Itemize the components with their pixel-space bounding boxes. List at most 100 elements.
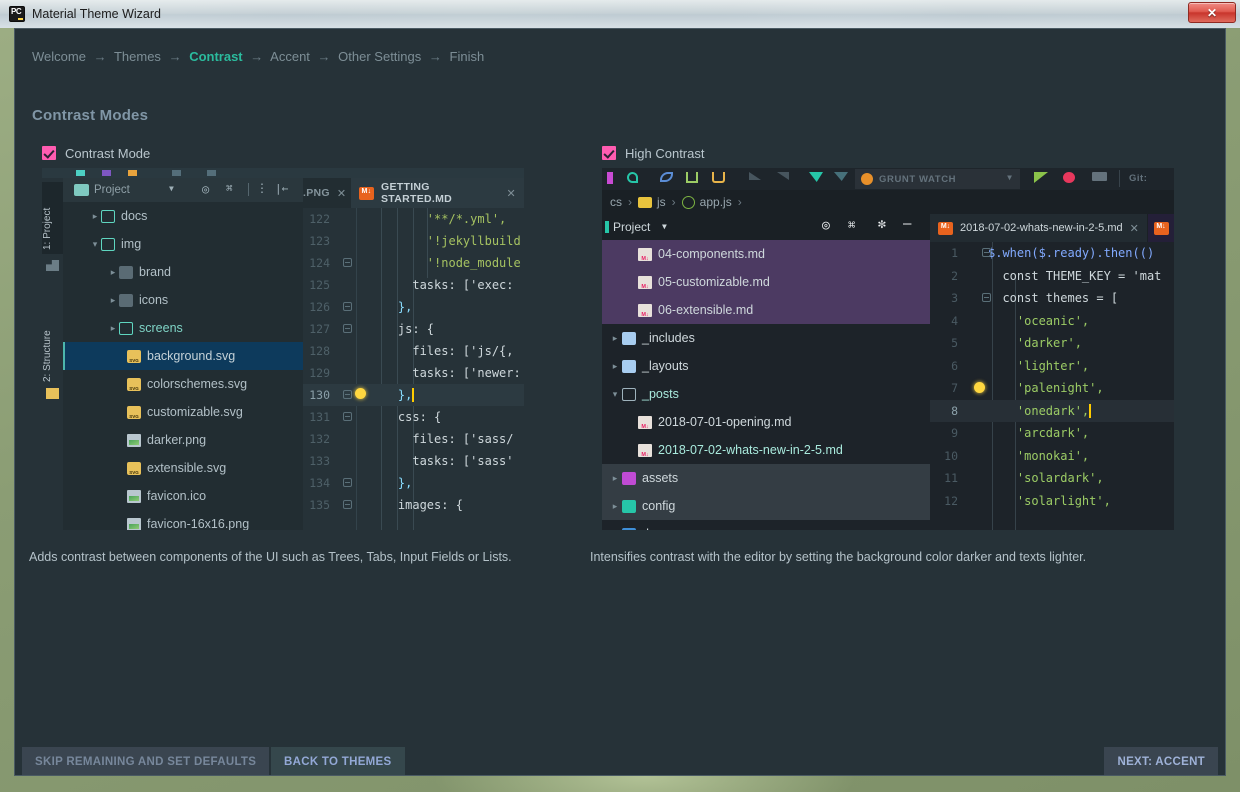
code-gutter[interactable] [335, 406, 369, 428]
close-icon[interactable]: ✕ [506, 187, 516, 200]
code-gutter[interactable] [335, 318, 369, 340]
close-icon[interactable]: ✕ [1130, 222, 1139, 235]
tree-item-customizable-svg[interactable]: customizable.svg [63, 398, 303, 426]
code-gutter[interactable] [335, 274, 369, 296]
tree-item-05-customizable[interactable]: 05-customizable.md [602, 268, 930, 296]
tree-item-includes[interactable]: ▸ _includes [602, 324, 930, 352]
run-icon[interactable] [1034, 172, 1048, 183]
code-gutter[interactable] [335, 208, 369, 230]
chevron-right-icon[interactable]: ▸ [608, 333, 622, 344]
breadcrumb-step-welcome[interactable]: Welcome [32, 49, 86, 64]
tree-item-2018-07-01-opening[interactable]: 2018-07-01-opening.md [602, 408, 930, 436]
code-gutter[interactable] [335, 428, 369, 450]
tree-item-posts[interactable]: ▾ _posts [602, 380, 930, 408]
back-to-themes-button[interactable]: BACK TO THEMES [271, 747, 405, 775]
tree-item-docs[interactable]: ▸ docs [63, 202, 303, 230]
run-config-selector[interactable]: GRUNT WATCH ▼ [855, 169, 1020, 189]
chevron-down-icon[interactable]: ▼ [1007, 173, 1012, 182]
breadcrumb-step-contrast[interactable]: Contrast [189, 49, 242, 64]
code-gutter[interactable] [958, 400, 988, 423]
tree-item-config[interactable]: ▸ config [602, 492, 930, 520]
settings-gear-icon[interactable]: ✼ [878, 217, 886, 232]
tree-item-brand[interactable]: ▸ brand [63, 258, 303, 286]
code-gutter[interactable] [958, 422, 988, 445]
code-gutter[interactable] [335, 296, 369, 318]
chevron-down-icon[interactable]: ▼ [662, 222, 667, 231]
tree-item-screens[interactable]: ▸ screens [63, 314, 303, 342]
target-icon[interactable]: ◎ [202, 182, 209, 196]
minimize-icon[interactable]: — [903, 216, 911, 232]
code-gutter[interactable] [958, 355, 988, 378]
code-gutter[interactable] [958, 242, 991, 265]
chevron-right-icon[interactable]: ▸ [107, 295, 119, 306]
breadcrumb-step-themes[interactable]: Themes [114, 49, 161, 64]
tree-item-06-extensible[interactable]: 06-extensible.md [602, 296, 930, 324]
code-gutter[interactable] [958, 265, 988, 288]
editor-tab-whats-new[interactable]: 2018-07-02-whats-new-in-2-5.md ✕ [930, 214, 1147, 242]
code-gutter[interactable] [958, 310, 988, 333]
next-accent-button[interactable]: NEXT: ACCENT [1104, 747, 1218, 775]
hide-panel-icon[interactable]: |← [275, 182, 288, 195]
tree-item-favicon-16x16-png[interactable]: favicon-16x16.png [63, 510, 303, 530]
chevron-down-icon[interactable]: ▾ [89, 239, 101, 250]
chevron-down-icon[interactable]: ▼ [169, 184, 174, 193]
code-gutter[interactable] [335, 230, 369, 252]
tree-item-assets[interactable]: ▸ assets [602, 464, 930, 492]
tree-item-background-svg[interactable]: background.svg [63, 342, 303, 370]
code-gutter[interactable] [958, 490, 988, 513]
close-button[interactable]: ✕ [1188, 2, 1236, 23]
code-gutter[interactable] [335, 472, 369, 494]
collapse-all-icon[interactable]: ⌘ [226, 182, 233, 195]
tree-item-2018-07-02-whats-new[interactable]: 2018-07-02-whats-new-in-2-5.md [602, 436, 930, 464]
breadcrumb-segment[interactable]: js [657, 195, 666, 209]
code-gutter[interactable] [335, 494, 369, 516]
editor-code-area[interactable]: 122 '**/*.yml', 123 '!jekyllbuild 124 '!… [303, 208, 524, 530]
stop-icon[interactable] [1092, 172, 1107, 181]
chevron-right-icon[interactable]: ▸ [608, 501, 622, 512]
tree-item-extensible-svg[interactable]: extensible.svg [63, 454, 303, 482]
tree-item-favicon-ico[interactable]: favicon.ico [63, 482, 303, 510]
debug-icon[interactable] [1063, 172, 1075, 183]
chevron-right-icon[interactable]: ▸ [608, 473, 622, 484]
editor-tab-png[interactable]: .PNG ✕ [303, 178, 346, 208]
skip-remaining-button[interactable]: SKIP REMAINING AND SET DEFAULTS [22, 747, 270, 775]
tree-item-layouts[interactable]: ▸ _layouts [602, 352, 930, 380]
code-gutter[interactable] [335, 450, 369, 472]
editor-tab-secondary[interactable] [1148, 214, 1174, 242]
editor-code-area[interactable]: 1 $.when($.ready).then(() 2 const THEME_… [930, 242, 1174, 530]
tool-window-tab-structure[interactable]: 2: Structure [42, 304, 63, 382]
close-icon[interactable]: ✕ [337, 187, 347, 200]
code-gutter[interactable] [335, 362, 369, 384]
collapse-all-icon[interactable]: ⌘ [848, 218, 855, 232]
code-gutter[interactable] [335, 340, 369, 362]
tree-item-icons[interactable]: ▸ icons [63, 286, 303, 314]
chevron-down-icon[interactable]: ▾ [608, 389, 622, 400]
code-gutter[interactable] [958, 445, 988, 468]
code-gutter[interactable] [335, 384, 369, 406]
chevron-right-icon[interactable]: ▸ [608, 529, 622, 531]
tree-item-colorschemes-svg[interactable]: colorschemes.svg [63, 370, 303, 398]
code-gutter[interactable] [958, 287, 991, 310]
chevron-right-icon[interactable]: ▸ [608, 361, 622, 372]
tree-item-darker-png[interactable]: darker.png [63, 426, 303, 454]
tree-item-img[interactable]: ▾ img [63, 230, 303, 258]
contrast-mode-checkbox[interactable] [42, 146, 56, 160]
tree-item-04-components[interactable]: 04-components.md [602, 240, 930, 268]
chevron-right-icon[interactable]: ▸ [107, 323, 119, 334]
code-gutter[interactable] [958, 467, 988, 490]
tree-item-docs[interactable]: ▸ docs [602, 520, 930, 530]
window-titlebar[interactable]: Material Theme Wizard ✕ [0, 0, 1240, 28]
breadcrumb-segment[interactable]: app.js [700, 195, 732, 209]
chevron-right-icon[interactable]: ▸ [107, 267, 119, 278]
chevron-right-icon[interactable]: ▸ [89, 211, 101, 222]
breadcrumb-step-finish[interactable]: Finish [450, 49, 485, 64]
breadcrumb-step-accent[interactable]: Accent [270, 49, 310, 64]
more-options-icon[interactable]: ⋮ [256, 181, 268, 195]
code-gutter[interactable] [335, 252, 369, 274]
code-gutter[interactable] [958, 377, 988, 400]
breadcrumb-segment[interactable]: cs [610, 195, 622, 209]
breadcrumb-step-other-settings[interactable]: Other Settings [338, 49, 421, 64]
target-icon[interactable]: ◎ [822, 218, 830, 233]
editor-tab-getting-started[interactable]: GETTING STARTED.MD ✕ [351, 178, 524, 208]
tool-window-tab-project[interactable]: 1: Project [42, 182, 63, 254]
